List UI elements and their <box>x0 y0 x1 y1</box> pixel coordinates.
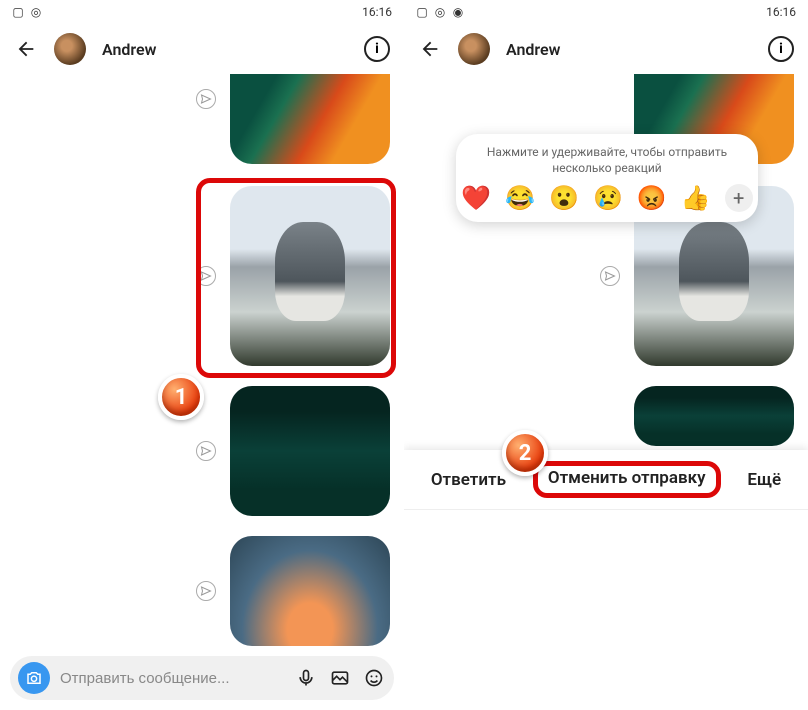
more-button[interactable]: Ещё <box>737 464 791 496</box>
status-left: ▢ ◎ ◉ <box>416 6 464 18</box>
message-image[interactable] <box>230 74 390 164</box>
compose-bar <box>10 656 394 700</box>
back-arrow-icon <box>15 38 37 60</box>
info-button[interactable]: i <box>364 36 390 62</box>
status-right: 16:16 <box>362 5 392 19</box>
status-bar: ▢ ◎ 16:16 <box>0 0 404 24</box>
chat-scroll[interactable] <box>0 74 404 710</box>
avatar[interactable] <box>458 33 490 65</box>
back-arrow-icon <box>419 38 441 60</box>
camera-button[interactable] <box>18 662 50 694</box>
sticker-icon <box>364 668 384 688</box>
notification-icon: ▢ <box>12 6 24 18</box>
info-button[interactable]: i <box>768 36 794 62</box>
reaction-angry[interactable]: 😡 <box>637 184 667 212</box>
sent-status-icon <box>196 266 216 286</box>
app-icon: ◎ <box>434 6 446 18</box>
reaction-heart[interactable]: ❤️ <box>461 184 491 212</box>
reaction-more-button[interactable]: + <box>725 184 753 212</box>
message-image[interactable] <box>634 386 794 446</box>
status-bar: ▢ ◎ ◉ 16:16 <box>404 0 808 24</box>
status-right: 16:16 <box>766 5 796 19</box>
message-image[interactable] <box>230 386 390 516</box>
reaction-popup: Нажмите и удерживайте, чтобы отправить н… <box>456 134 758 222</box>
camera-icon <box>25 669 43 687</box>
sent-status-icon <box>196 581 216 601</box>
notification-icon: ▢ <box>416 6 428 18</box>
chat-header: Andrew i <box>404 24 808 74</box>
sent-status-icon <box>196 89 216 109</box>
chat-name[interactable]: Andrew <box>102 40 156 59</box>
message-row[interactable] <box>634 386 794 446</box>
sent-status-icon <box>600 266 620 286</box>
screen-right: ▢ ◎ ◉ 16:16 Andrew i <box>404 0 808 710</box>
reaction-sad[interactable]: 😢 <box>593 184 623 212</box>
message-row[interactable] <box>196 536 390 646</box>
reaction-wow[interactable]: 😮 <box>549 184 579 212</box>
reaction-tip: Нажмите и удерживайте, чтобы отправить н… <box>487 144 727 176</box>
app-icon: ◎ <box>30 6 42 18</box>
status-time: 16:16 <box>766 5 796 19</box>
action-sheet: Ответить Отменить отправку Ещё <box>404 450 808 710</box>
reaction-thumbs-up[interactable]: 👍 <box>681 184 711 212</box>
unsend-button[interactable]: Отменить отправку <box>533 461 721 498</box>
back-button[interactable] <box>14 37 38 61</box>
avatar[interactable] <box>54 33 86 65</box>
message-row[interactable] <box>196 186 390 366</box>
message-input[interactable] <box>60 670 284 687</box>
action-row: Ответить Отменить отправку Ещё <box>404 450 808 510</box>
chat-header: Andrew i <box>0 24 404 74</box>
message-row[interactable] <box>196 74 390 164</box>
message-image[interactable] <box>230 186 390 366</box>
back-button[interactable] <box>418 37 442 61</box>
chat-scroll[interactable]: Нажмите и удерживайте, чтобы отправить н… <box>404 74 808 710</box>
sticker-button[interactable] <box>362 666 386 690</box>
reply-button[interactable]: Ответить <box>421 464 516 496</box>
voice-button[interactable] <box>294 666 318 690</box>
message-image[interactable] <box>230 536 390 646</box>
info-icon: i <box>779 41 783 57</box>
gallery-button[interactable] <box>328 666 352 690</box>
reaction-laugh[interactable]: 😂 <box>505 184 535 212</box>
message-row[interactable] <box>196 386 390 516</box>
microphone-icon <box>296 668 316 688</box>
info-icon: i <box>375 41 379 57</box>
status-left: ▢ ◎ <box>12 6 42 18</box>
gallery-icon <box>330 668 350 688</box>
chat-name[interactable]: Andrew <box>506 40 560 59</box>
status-time: 16:16 <box>362 5 392 19</box>
screen-left: ▢ ◎ 16:16 Andrew i <box>0 0 404 710</box>
app-icon: ◉ <box>452 6 464 18</box>
sent-status-icon <box>196 441 216 461</box>
reaction-row: ❤️ 😂 😮 😢 😡 👍 + <box>461 184 752 212</box>
